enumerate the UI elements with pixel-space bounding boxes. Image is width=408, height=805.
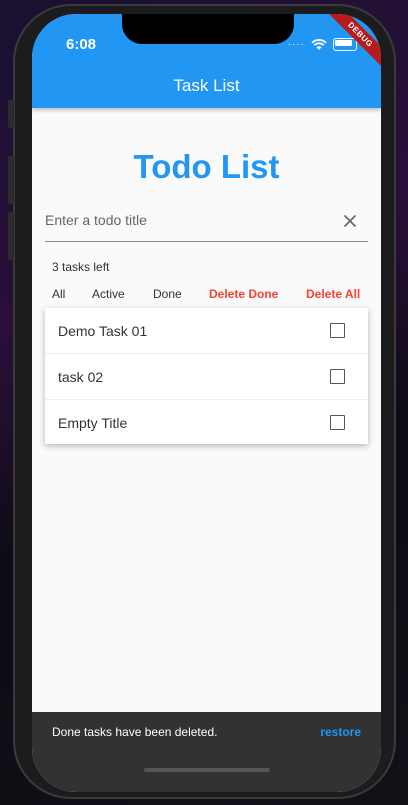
- restore-button[interactable]: restore: [320, 725, 361, 739]
- home-indicator: [144, 768, 270, 772]
- todo-input-field: [45, 207, 368, 242]
- list-item[interactable]: Empty Title: [45, 400, 368, 445]
- list-item[interactable]: Demo Task 01: [45, 308, 368, 354]
- volume-down-button: [8, 212, 14, 260]
- clear-icon[interactable]: [342, 213, 358, 229]
- status-icons: ····: [288, 38, 357, 51]
- delete-all-button[interactable]: Delete All: [306, 287, 360, 301]
- task-title: Demo Task 01: [58, 322, 148, 339]
- delete-done-button[interactable]: Delete Done: [209, 287, 278, 301]
- filter-active-button[interactable]: Active: [92, 287, 125, 301]
- page-title: Todo List: [133, 148, 280, 185]
- task-list: Demo Task 01 task 02 Empty Title: [45, 308, 368, 444]
- status-time: 6:08: [66, 36, 97, 53]
- filter-bar: All Active Done Delete Done Delete All: [52, 287, 368, 303]
- mute-switch: [8, 100, 14, 128]
- filter-done-button[interactable]: Done: [153, 287, 182, 301]
- task-title: task 02: [58, 368, 104, 385]
- todo-title-input[interactable]: [45, 207, 325, 233]
- appbar-title: Task List: [173, 76, 240, 95]
- list-item[interactable]: task 02: [45, 354, 368, 400]
- task-checkbox[interactable]: [330, 323, 345, 338]
- wifi-icon: [311, 38, 327, 51]
- snackbar-message: Done tasks have been deleted.: [52, 725, 218, 739]
- tasks-left-count: 3 tasks left: [52, 260, 110, 274]
- task-title: Empty Title: [58, 414, 128, 431]
- filter-all-button[interactable]: All: [52, 287, 65, 301]
- volume-up-button: [8, 156, 14, 204]
- battery-icon: [333, 38, 357, 51]
- task-checkbox[interactable]: [330, 369, 345, 384]
- app-bar: 6:08 ···· DEBUG Task List: [32, 14, 381, 108]
- signal-dots-icon: ····: [287, 39, 305, 50]
- app-screen: 6:08 ···· DEBUG Task List Todo List 3 ta…: [32, 14, 381, 792]
- task-checkbox[interactable]: [330, 415, 345, 430]
- notch: [122, 14, 294, 44]
- snackbar: Done tasks have been deleted. restore: [32, 712, 381, 792]
